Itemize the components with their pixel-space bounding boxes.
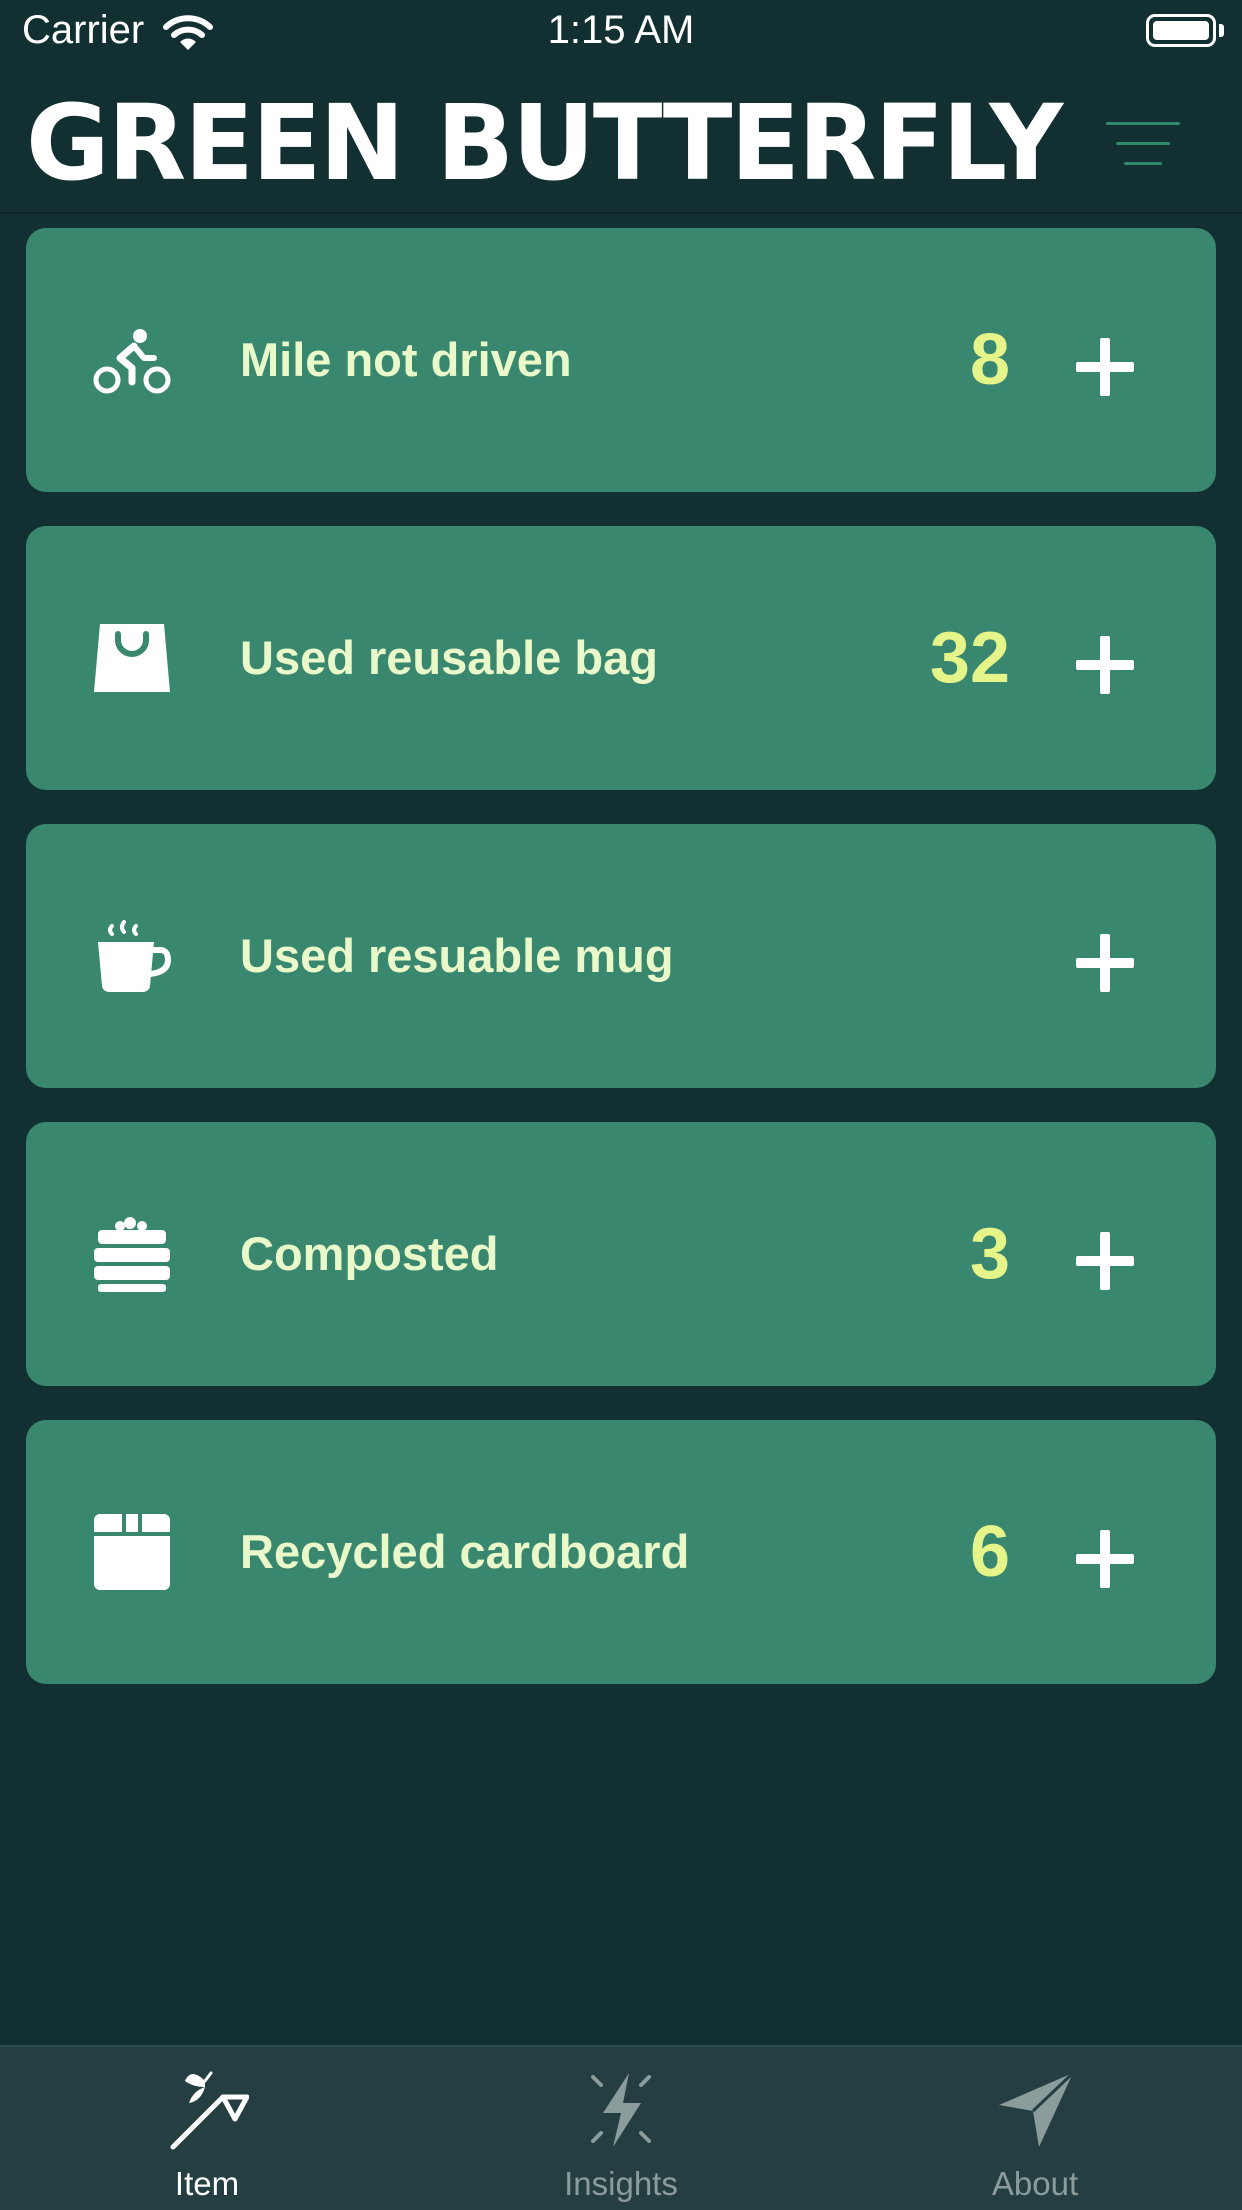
tab-insights[interactable]: Insights bbox=[414, 2047, 828, 2210]
app-title: GREEN BUTTERFLY bbox=[26, 82, 1063, 204]
coffee-mug-icon bbox=[98, 920, 172, 992]
battery-icon bbox=[1146, 14, 1216, 47]
item-card-reusable-mug[interactable]: Used resuable mug bbox=[26, 824, 1216, 1088]
item-label: Recycled cardboard bbox=[240, 1525, 690, 1578]
item-count: 3 bbox=[969, 1214, 1010, 1294]
butterfly-net-icon bbox=[170, 2071, 249, 2150]
add-button[interactable] bbox=[1076, 1530, 1134, 1588]
bicycle-rider-icon bbox=[93, 329, 171, 394]
item-label: Used reusable bag bbox=[240, 631, 658, 684]
cardboard-box-icon bbox=[94, 1514, 170, 1590]
item-card-mile-not-driven[interactable]: Mile not driven 8 bbox=[26, 228, 1216, 492]
status-time: 1:15 AM bbox=[547, 8, 695, 52]
item-card-composted[interactable]: Composted 3 bbox=[26, 1122, 1216, 1386]
item-label: Composted bbox=[240, 1227, 499, 1280]
battery-cap bbox=[1219, 24, 1224, 37]
tab-about[interactable]: About bbox=[828, 2047, 1242, 2210]
lightning-bolt-icon bbox=[591, 2073, 651, 2147]
item-count: 32 bbox=[929, 618, 1010, 698]
add-button[interactable] bbox=[1076, 1232, 1134, 1290]
status-bar: Carrier 1:15 AM bbox=[0, 0, 1242, 68]
tab-label: Item bbox=[174, 2165, 240, 2202]
compost-bin-icon bbox=[94, 1217, 170, 1292]
item-label: Used resuable mug bbox=[240, 929, 674, 982]
item-card-reusable-bag[interactable]: Used reusable bag 32 bbox=[26, 526, 1216, 790]
item-card-recycled-cardboard[interactable]: Recycled cardboard 6 bbox=[26, 1420, 1216, 1684]
tab-label: About bbox=[991, 2165, 1079, 2202]
navigation-bar: GREEN BUTTERFLY bbox=[0, 68, 1242, 214]
add-button[interactable] bbox=[1076, 338, 1134, 396]
tab-label: Insights bbox=[564, 2165, 678, 2202]
item-label: Mile not driven bbox=[240, 333, 572, 386]
tab-item[interactable]: Item bbox=[0, 2047, 414, 2210]
item-count: 8 bbox=[969, 320, 1010, 400]
item-count: 6 bbox=[969, 1512, 1010, 1592]
add-button[interactable] bbox=[1076, 934, 1134, 992]
add-button[interactable] bbox=[1076, 636, 1134, 694]
paper-plane-icon bbox=[999, 2071, 1075, 2147]
hamburger-menu-icon[interactable] bbox=[1106, 114, 1186, 174]
shopping-bag-icon bbox=[94, 624, 170, 692]
tab-bar: Item Insights About bbox=[0, 2045, 1242, 2210]
